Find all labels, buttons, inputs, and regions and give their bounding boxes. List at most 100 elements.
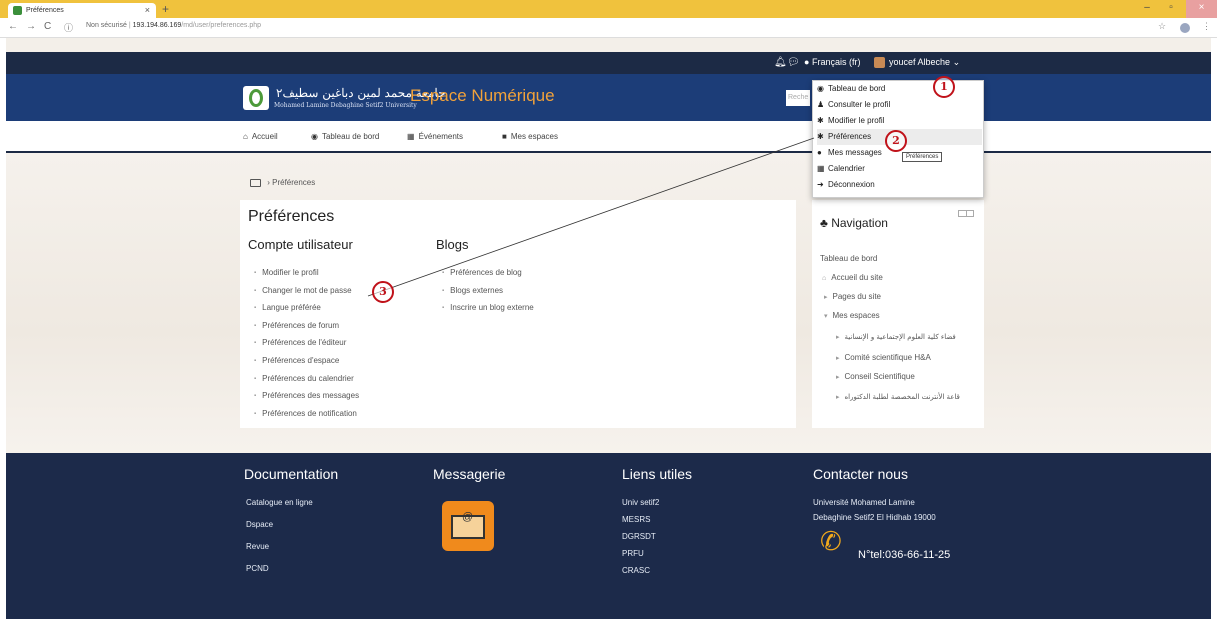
chevron-right-icon: ▸	[836, 374, 840, 381]
chevron-down-icon: ▾	[824, 313, 828, 320]
link-space-preferences[interactable]: Préférences d'espace	[254, 355, 359, 373]
link-change-password[interactable]: Changer le mot de passe	[254, 285, 359, 303]
tab-bar: Préférences × + – ▫ ×	[0, 0, 1217, 18]
nav-home[interactable]: ⌂ Accueil	[243, 132, 278, 141]
url-field[interactable]: Non sécurisé | 193.194.86.169/md/user/pr…	[86, 22, 261, 29]
university-logo[interactable]	[243, 86, 269, 110]
nav-space-item[interactable]: ▸ فضاء كلية العلوم الإجتماعية و الإنسانية	[836, 333, 956, 341]
avatar	[874, 57, 885, 69]
link-forum-preferences[interactable]: Préférences de forum	[254, 320, 359, 338]
menu-item-calendar[interactable]: ▦ Calendrier	[817, 161, 982, 177]
page: 🔔︎ 💬︎ ● Français (fr) youcef Albeche ⌄ ج…	[6, 38, 1211, 619]
annotation-marker-3: 3	[372, 281, 394, 303]
top-bar: 🔔︎ 💬︎ ● Français (fr) youcef Albeche ⌄	[6, 52, 1211, 74]
link-preferred-language[interactable]: Langue préférée	[254, 302, 359, 320]
site-title[interactable]: Espace Numérique	[410, 86, 555, 106]
info-icon[interactable]: ⓘ	[64, 21, 73, 34]
useful-links-title: Liens utiles	[622, 466, 693, 482]
menu-item-edit-profile[interactable]: ✱ Modifier le profil	[817, 113, 982, 129]
forward-arrow-icon[interactable]: →	[26, 21, 36, 32]
nav-my-spaces[interactable]: ■ Mes espaces	[502, 132, 558, 141]
language-menu[interactable]: ● Français (fr)	[804, 57, 860, 67]
phone-icon: ✆	[820, 526, 842, 556]
link-notification-preferences[interactable]: Préférences de notification	[254, 408, 359, 426]
chevron-right-icon: ▸	[836, 333, 840, 341]
close-window-button[interactable]: ×	[1186, 0, 1217, 18]
block-controls-icon[interactable]	[958, 210, 974, 217]
footer-link[interactable]: DGRSDT	[622, 532, 656, 541]
logo-subtitle: Mohamed Lamine Debaghine Setif2 Universi…	[274, 102, 417, 109]
footer-link[interactable]: Univ setif2	[622, 498, 659, 507]
link-editor-preferences[interactable]: Préférences de l'éditeur	[254, 337, 359, 355]
nav-site-pages[interactable]: ▸ Pages du site	[824, 292, 881, 301]
link-blog-preferences[interactable]: Préférences de blog	[442, 267, 534, 285]
footer-link[interactable]: MESRS	[622, 515, 650, 524]
nav-dashboard[interactable]: ◉ Tableau de bord	[311, 132, 379, 141]
breadcrumb-current[interactable]: Préférences	[272, 178, 315, 187]
browser-tab[interactable]: Préférences ×	[8, 3, 156, 18]
user-name: youcef Albeche	[889, 57, 951, 67]
nav-events[interactable]: ▦ Événements	[407, 132, 463, 141]
globe-icon: ●	[804, 57, 810, 67]
site-header: جامعة محمد لمين دباغين سطيف٢ Mohamed Lam…	[6, 74, 1211, 121]
reload-icon[interactable]: C	[44, 21, 51, 32]
spaces-icon: ■	[502, 132, 507, 141]
chevron-right-icon: ▸	[836, 355, 840, 362]
minimize-button[interactable]: –	[1136, 0, 1158, 18]
address-bar: ← → C ⓘ Non sécurisé | 193.194.86.169/md…	[0, 18, 1217, 38]
footer-link[interactable]: Revue	[246, 542, 269, 551]
link-calendar-preferences[interactable]: Préférences du calendrier	[254, 373, 359, 391]
search-input[interactable]: Reche	[786, 90, 810, 106]
logout-icon: ➜	[817, 180, 824, 189]
messaging-title: Messagerie	[433, 466, 506, 482]
contact-title: Contacter nous	[813, 466, 908, 482]
close-tab-icon[interactable]: ×	[145, 3, 150, 18]
navigation-block: ♣ Navigation Tableau de bord ⌂ Accueil du…	[812, 200, 984, 428]
messages-icon[interactable]: 💬︎	[787, 57, 800, 68]
account-links: Modifier le profil Changer le mot de pas…	[254, 267, 359, 425]
star-icon[interactable]: ☆	[1158, 21, 1166, 32]
menu-item-logout[interactable]: ➜ Déconnexion	[817, 177, 982, 193]
menu-item-dashboard[interactable]: ◉ Tableau de bord	[817, 81, 982, 97]
preferences-card: Préférences Compte utilisateur Blogs Mod…	[240, 200, 796, 428]
footer-link[interactable]: PCND	[246, 564, 269, 573]
documentation-title: Documentation	[244, 466, 339, 482]
link-external-blogs[interactable]: Blogs externes	[442, 285, 534, 303]
mail-icon[interactable]: @	[442, 501, 494, 551]
language-label: Français (fr)	[811, 57, 861, 67]
page-title: Préférences	[248, 208, 335, 225]
gear-icon: ✱	[817, 132, 824, 141]
nav-dashboard-link[interactable]: Tableau de bord	[820, 254, 877, 263]
folder-icon[interactable]	[250, 178, 261, 187]
menu-dots-icon[interactable]: ⋮	[1202, 21, 1211, 32]
nav-space-item[interactable]: ▸ قاعة الأنترنت المخصصة لطلبة الدكتوراه	[836, 393, 960, 401]
main-nav: ⌂ Accueil ◉ Tableau de bord ▦ Événements ■ M…	[6, 121, 1211, 153]
security-label: Non sécurisé	[86, 22, 127, 29]
new-tab-button[interactable]: +	[162, 2, 169, 16]
maximize-button[interactable]: ▫	[1160, 0, 1182, 18]
footer-link[interactable]: Catalogue en ligne	[246, 498, 313, 507]
nav-my-spaces[interactable]: ▾ Mes espaces	[824, 311, 880, 320]
navigation-title: ♣ Navigation	[820, 216, 888, 230]
site-footer: Documentation Catalogue en ligne Dspace …	[6, 453, 1211, 619]
chevron-right-icon: ▸	[836, 393, 840, 401]
profile-icon[interactable]	[1180, 23, 1190, 33]
footer-link[interactable]: PRFU	[622, 549, 644, 558]
favicon-icon	[13, 6, 22, 15]
link-register-external-blog[interactable]: Inscrire un blog externe	[442, 302, 534, 320]
link-message-preferences[interactable]: Préférences des messages	[254, 390, 359, 408]
back-arrow-icon[interactable]: ←	[8, 21, 18, 32]
user-menu-toggle[interactable]: youcef Albeche ⌄	[874, 57, 960, 69]
nav-space-item[interactable]: ▸ Conseil Scientifique	[836, 372, 915, 381]
blogs-section-title: Blogs	[436, 237, 469, 252]
link-edit-profile[interactable]: Modifier le profil	[254, 267, 359, 285]
blog-links: Préférences de blog Blogs externes Inscr…	[442, 267, 534, 320]
calendar-icon: ▦	[407, 132, 415, 141]
notifications-icon[interactable]: 🔔︎	[774, 57, 787, 68]
nav-space-item[interactable]: ▸ Comité scientifique H&A	[836, 353, 931, 362]
footer-link[interactable]: CRASC	[622, 566, 650, 575]
account-section-title: Compte utilisateur	[248, 237, 353, 252]
nav-site-home[interactable]: ⌂ Accueil du site	[822, 273, 883, 282]
menu-item-view-profile[interactable]: ♟ Consulter le profil	[817, 97, 982, 113]
footer-link[interactable]: Dspace	[246, 520, 273, 529]
